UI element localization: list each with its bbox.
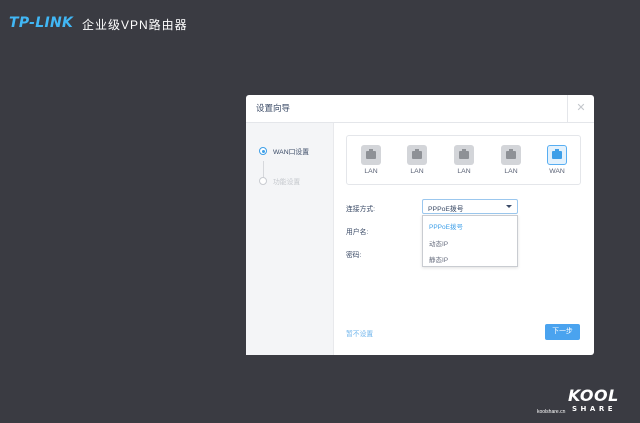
option-static-ip[interactable]: 静态IP [429,254,448,264]
dialog-title: 设置向导 [256,103,291,113]
step-active-dot-icon [259,147,267,155]
port-label: LAN [457,168,471,175]
product-title: 企业级VPN路由器 [82,18,188,32]
connection-type-label: 连接方式: [346,206,376,213]
wizard-steps: WAN口设置 功能设置 [246,123,334,355]
ethernet-port-icon [547,145,567,165]
connection-type-select[interactable]: PPPoE拨号 [422,199,518,214]
step-inactive-dot-icon [259,177,267,185]
watermark-url: koolshare.cn [537,409,566,415]
username-label: 用户名: [346,229,369,236]
port-label: LAN [410,168,424,175]
select-value: PPPoE拨号 [428,206,464,213]
port-label: LAN [364,168,378,175]
port-lan-4[interactable]: LAN [499,145,523,175]
option-dynamic-ip[interactable]: 动态IP [429,238,448,248]
port-selector: LAN LAN LAN LAN WAN [346,135,581,185]
option-pppoe[interactable]: PPPoE拨号 [429,221,463,231]
ethernet-port-icon [501,145,521,165]
watermark-brand-top: KOOL [568,386,619,405]
setup-wizard-dialog: 设置向导 ✕ WAN口设置 功能设置 LAN LAN LAN LAN WAN 连… [246,95,594,355]
port-lan-1[interactable]: LAN [359,145,383,175]
step-label: 功能设置 [273,179,301,186]
step-label: WAN口设置 [273,149,309,156]
port-lan-2[interactable]: LAN [405,145,429,175]
skip-link[interactable]: 暂不设置 [346,328,373,338]
ethernet-port-icon [361,145,381,165]
watermark-brand-bottom: SHARE [572,405,616,413]
tp-link-logo: TP-LINK [9,15,74,31]
password-label: 密码: [346,252,362,259]
port-wan[interactable]: WAN [545,145,569,175]
koolshare-logo: KOOL SHARE [568,386,619,414]
port-label: WAN [549,168,565,175]
dialog-header: 设置向导 ✕ [246,95,594,123]
ethernet-port-icon [454,145,474,165]
port-label: LAN [504,168,518,175]
ethernet-port-icon [407,145,427,165]
caret-down-icon [506,205,512,208]
top-header: TP-LINK 企业级VPN路由器 [0,0,640,46]
next-button[interactable]: 下一步 [545,324,580,340]
connection-type-dropdown: PPPoE拨号 动态IP 静态IP [422,215,518,267]
close-icon[interactable]: ✕ [567,95,594,122]
port-lan-3[interactable]: LAN [452,145,476,175]
